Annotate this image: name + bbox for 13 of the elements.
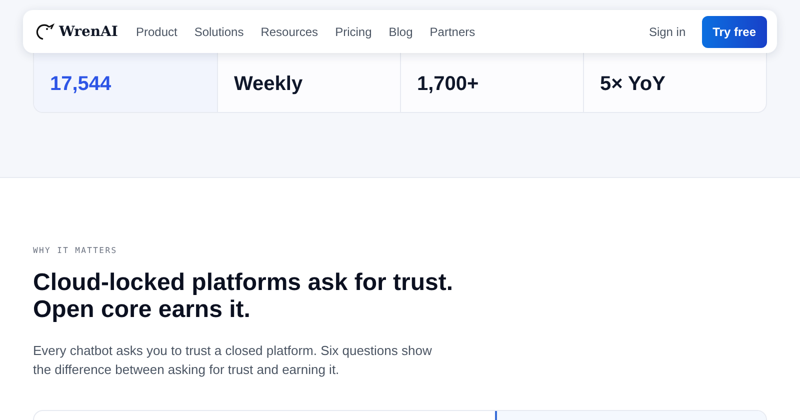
nav-link[interactable]: Blog bbox=[388, 24, 413, 38]
nav-link[interactable]: Partners bbox=[430, 24, 476, 38]
section-heading: Cloud-locked platforms ask for trust. Open core earns it. bbox=[33, 269, 454, 323]
section-description: Every chatbot asks you to trust a closed platform. Six questions show the difference between asking for trust and earning it. bbox=[33, 342, 433, 379]
nav-link[interactable]: Resources bbox=[260, 24, 318, 38]
nav-link[interactable]: Product bbox=[136, 24, 178, 38]
section-eyebrow: WHY IT MATTERS bbox=[33, 246, 118, 255]
nav-link[interactable]: Pricing bbox=[335, 24, 372, 38]
nav-link[interactable]: Solutions bbox=[194, 24, 244, 38]
sign-in-link[interactable]: Sign in bbox=[648, 24, 686, 38]
try-free-button[interactable]: Try free bbox=[702, 16, 767, 48]
bird-logo-icon bbox=[35, 22, 55, 42]
brand-name[interactable]: WrenAI bbox=[59, 24, 118, 40]
